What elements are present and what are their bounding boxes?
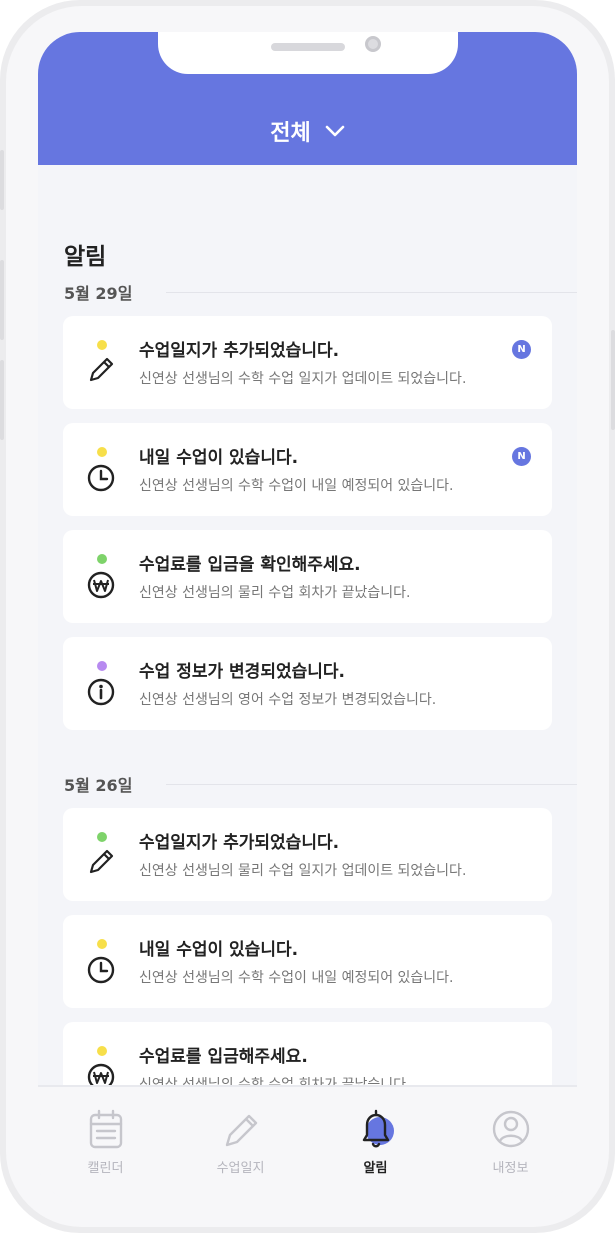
bottom-tab-bar: 캘린더 수업일지 알림 내정보 <box>38 1085 577 1202</box>
status-dot <box>97 1046 107 1056</box>
notification-card[interactable]: 수업료를 입금해주세요. 신연상 선생님의 수학 수업 회차가 끝났습니다. <box>63 1022 552 1085</box>
notification-subtitle: 신연상 선생님의 수학 수업 회차가 끝났습니다. <box>139 1077 411 1085</box>
chevron-down-icon <box>325 125 345 137</box>
notification-list[interactable]: 알림 5월 29일 수업일지가 추가되었습니다. 신연상 선생님의 수학 수업 … <box>38 165 577 1085</box>
speaker <box>271 43 345 51</box>
notification-title: 내일 수업이 있습니다. <box>139 448 299 468</box>
status-dot <box>97 447 107 457</box>
pencil-icon <box>89 849 114 874</box>
date-header: 5월 26일 <box>64 771 577 797</box>
date-label: 5월 29일 <box>64 284 133 303</box>
notification-title: 수업료를 입금해주세요. <box>139 1047 308 1067</box>
clock-icon <box>87 464 115 492</box>
tab-my-info[interactable]: 내정보 <box>443 1087 577 1187</box>
side-button <box>0 260 4 340</box>
side-button <box>611 330 615 430</box>
tab-label: 캘린더 <box>87 1161 124 1176</box>
pencil-icon <box>89 357 114 382</box>
divider <box>166 784 577 785</box>
notification-title: 수업 정보가 변경되었습니다. <box>139 662 345 682</box>
notification-card[interactable]: 내일 수업이 있습니다. 신연상 선생님의 수학 수업이 내일 예정되어 있습니… <box>63 423 552 516</box>
filter-dropdown[interactable]: 전체 <box>38 114 577 148</box>
notification-title: 수업료를 입금을 확인해주세요. <box>139 555 361 575</box>
tab-class-log[interactable]: 수업일지 <box>173 1087 308 1187</box>
notification-subtitle: 신연상 선생님의 수학 수업이 내일 예정되어 있습니다. <box>139 970 454 986</box>
tab-label: 내정보 <box>492 1161 529 1176</box>
notification-subtitle: 신연상 선생님의 수학 수업이 내일 예정되어 있습니다. <box>139 478 454 494</box>
date-label: 5월 26일 <box>64 776 133 795</box>
notification-card[interactable]: 내일 수업이 있습니다. 신연상 선생님의 수학 수업이 내일 예정되어 있습니… <box>63 915 552 1008</box>
notification-card[interactable]: 수업 정보가 변경되었습니다. 신연상 선생님의 영어 수업 정보가 변경되었습… <box>63 637 552 730</box>
tab-calendar[interactable]: 캘린더 <box>38 1087 173 1187</box>
tab-label: 알림 <box>363 1161 388 1176</box>
calendar-icon <box>89 1109 123 1149</box>
notification-title: 수업일지가 추가되었습니다. <box>139 833 340 853</box>
notification-subtitle: 신연상 선생님의 물리 수업 회차가 끝났습니다. <box>139 585 411 601</box>
won-icon <box>87 571 115 599</box>
info-icon <box>87 678 115 706</box>
status-dot <box>97 832 107 842</box>
won-icon <box>87 1063 115 1085</box>
bell-icon <box>362 1109 394 1148</box>
notch <box>158 32 458 74</box>
filter-dropdown-label: 전체 <box>270 121 311 146</box>
new-badge: N <box>512 340 531 359</box>
phone-frame: 전체 알림 5월 29일 수업일지가 추가되었습니다. 신연상 선생님의 수학 … <box>0 0 615 1233</box>
notification-card[interactable]: 수업일지가 추가되었습니다. 신연상 선생님의 물리 수업 일지가 업데이트 되… <box>63 808 552 901</box>
notification-card[interactable]: 수업료를 입금을 확인해주세요. 신연상 선생님의 물리 수업 회차가 끝났습니… <box>63 530 552 623</box>
status-dot <box>97 340 107 350</box>
side-button <box>0 360 4 440</box>
clock-icon <box>87 956 115 984</box>
date-header: 5월 29일 <box>64 279 577 305</box>
new-badge: N <box>512 447 531 466</box>
notification-subtitle: 신연상 선생님의 수학 수업 일지가 업데이트 되었습니다. <box>139 371 467 387</box>
status-dot <box>97 661 107 671</box>
pencil-icon <box>225 1114 258 1147</box>
status-dot <box>97 939 107 949</box>
camera <box>365 36 381 52</box>
app-screen: 전체 알림 5월 29일 수업일지가 추가되었습니다. 신연상 선생님의 수학 … <box>38 32 577 1202</box>
notification-title: 내일 수업이 있습니다. <box>139 940 299 960</box>
app-header: 전체 <box>38 32 577 165</box>
status-dot <box>97 554 107 564</box>
divider <box>166 292 577 293</box>
side-button <box>0 150 4 210</box>
tab-notifications[interactable]: 알림 <box>308 1087 443 1187</box>
tab-label: 수업일지 <box>216 1161 265 1176</box>
notification-subtitle: 신연상 선생님의 물리 수업 일지가 업데이트 되었습니다. <box>139 863 467 879</box>
notification-title: 수업일지가 추가되었습니다. <box>139 341 340 361</box>
page-title: 알림 <box>64 244 107 270</box>
notification-card[interactable]: 수업일지가 추가되었습니다. 신연상 선생님의 수학 수업 일지가 업데이트 되… <box>63 316 552 409</box>
user-icon <box>492 1110 530 1148</box>
notification-subtitle: 신연상 선생님의 영어 수업 정보가 변경되었습니다. <box>139 692 437 708</box>
